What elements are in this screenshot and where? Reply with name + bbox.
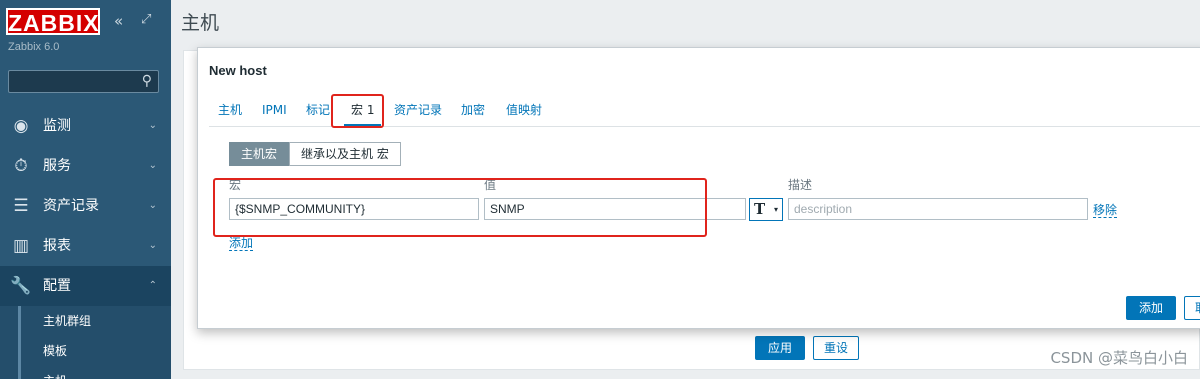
menu-item-inventory[interactable]: ☰ 资产记录 ⌄ [0, 186, 171, 226]
submenu-item-templates[interactable]: 模板 [0, 336, 171, 366]
column-header-description: 描述 [788, 178, 813, 192]
add-macro-link[interactable]: 添加 [229, 236, 254, 251]
add-host-button[interactable]: 添加 [1126, 296, 1177, 320]
tab-tags[interactable]: 标记 [306, 100, 330, 126]
watermark: CSDN @菜鸟白小白 [1050, 349, 1188, 367]
column-header-macro: 宏 [229, 178, 242, 192]
host-macros-toggle[interactable]: 主机宏 [229, 142, 290, 166]
chevron-up-icon: ⌃ [148, 280, 157, 291]
macro-type-switch: 主机宏 继承以及主机 宏 [229, 142, 401, 166]
cancel-button[interactable]: 取 [1184, 296, 1200, 320]
main-menu: ◉ 监测 ⌄ ⏱ 服务 ⌄ ☰ 资产记录 ⌄ ▥ 报表 ⌄ 🔧 配置 ⌃ 主机群… [0, 106, 171, 379]
macro-description-input[interactable]: description [788, 198, 1088, 220]
macro-value-input[interactable]: SNMP [484, 198, 746, 220]
column-header-value: 值 [484, 178, 497, 192]
menu-item-reports[interactable]: ▥ 报表 ⌄ [0, 226, 171, 266]
eye-icon: ◉ [13, 116, 29, 136]
chart-icon: ▥ [12, 236, 30, 256]
search-icon[interactable]: ⚲ [142, 73, 152, 89]
sidebar: ZABBIX « ⤢ Zabbix 6.0 ⚲ ◉ 监测 ⌄ ⏱ 服务 ⌄ ☰ … [0, 0, 171, 379]
tab-ipmi[interactable]: IPMI [262, 100, 287, 126]
list-icon: ☰ [13, 196, 29, 216]
remove-macro-link[interactable]: 移除 [1093, 203, 1118, 218]
configuration-submenu: 主机群组 模板 主机 [0, 306, 171, 379]
menu-item-monitoring[interactable]: ◉ 监测 ⌄ [0, 106, 171, 146]
menu-item-label: 资产记录 [43, 198, 99, 214]
tab-macros[interactable]: 宏 1 [344, 100, 382, 126]
collapse-sidebar-icon[interactable]: « [114, 12, 123, 30]
tab-value-mapping[interactable]: 值映射 [506, 100, 542, 126]
submenu-indicator [18, 306, 21, 379]
menu-item-configuration[interactable]: 🔧 配置 ⌃ [0, 266, 171, 306]
menu-item-label: 报表 [43, 238, 71, 254]
menu-item-label: 服务 [43, 158, 71, 174]
chevron-down-icon: ⌄ [148, 200, 157, 211]
inherited-macros-toggle[interactable]: 继承以及主机 宏 [289, 142, 401, 166]
menu-item-label: 监测 [43, 118, 71, 134]
tab-encryption[interactable]: 加密 [461, 100, 485, 126]
tab-macros-label: 宏 [351, 103, 364, 117]
menu-item-services[interactable]: ⏱ 服务 ⌄ [0, 146, 171, 186]
value-type-dropdown[interactable]: T ▾ [749, 198, 783, 221]
apply-button[interactable]: 应用 [755, 336, 806, 360]
new-host-dialog: New host 主机 IPMI 标记 宏 1 资产记录 加密 值映射 主机宏 … [197, 47, 1200, 329]
chevron-down-icon: ⌄ [148, 240, 157, 251]
zabbix-logo[interactable]: ZABBIX [6, 8, 100, 36]
submenu-item-host-groups[interactable]: 主机群组 [0, 306, 171, 336]
dialog-tabs: 主机 IPMI 标记 宏 1 资产记录 加密 值映射 [209, 100, 1200, 127]
clock-icon: ⏱ [14, 156, 28, 176]
version-label: Zabbix 6.0 [8, 41, 60, 53]
text-type-icon: T [754, 200, 766, 218]
tab-inventory[interactable]: 资产记录 [394, 100, 442, 126]
tab-host[interactable]: 主机 [218, 100, 242, 126]
submenu-item-hosts[interactable]: 主机 [0, 366, 171, 379]
tab-macros-count: 1 [366, 103, 375, 117]
dialog-title: New host [209, 63, 267, 78]
page-title: 主机 [181, 12, 220, 34]
menu-item-label: 配置 [43, 278, 71, 294]
chevron-down-icon: ⌄ [148, 160, 157, 171]
wrench-icon: 🔧 [10, 276, 32, 296]
macro-name-input[interactable]: {$SNMP_COMMUNITY} [229, 198, 479, 220]
chevron-down-icon: ⌄ [148, 120, 157, 131]
reset-button[interactable]: 重设 [813, 336, 860, 360]
kiosk-mode-icon[interactable]: ⤢ [141, 12, 151, 27]
chevron-down-icon: ▾ [773, 205, 778, 214]
sidebar-search-input[interactable]: ⚲ [8, 70, 159, 93]
